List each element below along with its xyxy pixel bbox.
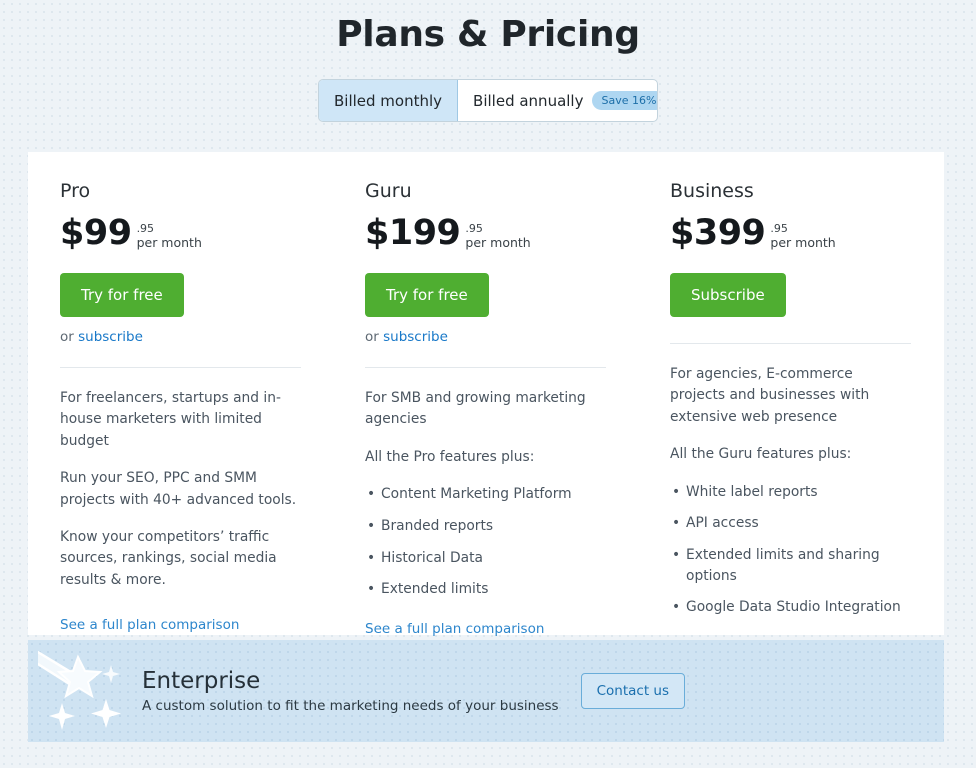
enterprise-subtitle: A custom solution to fit the marketing n… xyxy=(142,698,559,714)
magic-wand-icon xyxy=(38,650,121,730)
subscribe-line-pro: or subscribe xyxy=(60,329,301,345)
compare-link-pro[interactable]: See a full plan comparison xyxy=(60,617,239,633)
price-guru: $199 .95 per month xyxy=(365,216,606,251)
subscribe-link-guru[interactable]: subscribe xyxy=(383,329,448,345)
plans-card: Pro $99 .95 per month Try for free or su… xyxy=(28,152,944,655)
plan-description3-pro: Know your competitors’ traffic sources, … xyxy=(60,528,277,588)
price-period-business: per month xyxy=(770,234,836,250)
list-item: Extended limits xyxy=(365,579,606,600)
subscribe-link-pro[interactable]: subscribe xyxy=(78,329,143,345)
price-amount-business: $399 xyxy=(670,213,766,253)
subscribe-button-business[interactable]: Subscribe xyxy=(670,273,786,317)
divider-business xyxy=(670,343,911,344)
toggle-option-annually[interactable]: Billed annually Save 16% xyxy=(458,80,657,121)
feature-list-business: White label reports API access Extended … xyxy=(670,482,911,618)
try-for-free-button-guru[interactable]: Try for free xyxy=(365,273,489,317)
list-item: API access xyxy=(670,513,911,534)
toggle-monthly-label: Billed monthly xyxy=(334,91,443,110)
list-item: Content Marketing Platform xyxy=(365,484,606,505)
plan-name-business: Business xyxy=(670,180,754,202)
plan-description-guru: For SMB and growing marketing agencies xyxy=(365,390,586,428)
plan-name-pro: Pro xyxy=(60,180,91,202)
try-for-free-button-pro[interactable]: Try for free xyxy=(60,273,184,317)
feature-list-guru: Content Marketing Platform Branded repor… xyxy=(365,484,606,600)
billing-toggle[interactable]: Billed monthly Billed annually Save 16% xyxy=(318,79,658,122)
plan-column-pro: Pro $99 .95 per month Try for free or su… xyxy=(28,152,333,635)
divider-pro xyxy=(60,367,301,368)
divider-guru xyxy=(365,367,606,368)
plan-column-guru: Guru $199 .95 per month Try for free or … xyxy=(333,152,638,637)
list-item: Branded reports xyxy=(365,516,606,537)
price-amount-guru: $199 xyxy=(365,213,461,253)
plan-description-pro: For freelancers, startups and in-house m… xyxy=(60,390,281,449)
features-intro-guru: All the Pro features plus: xyxy=(365,448,535,465)
list-item: Google Data Studio Integration xyxy=(670,597,911,618)
subscribe-line-guru: or subscribe xyxy=(365,329,606,345)
plan-name-guru: Guru xyxy=(365,180,412,202)
features-intro-business: All the Guru features plus: xyxy=(670,446,852,463)
subscribe-prefix-pro: or xyxy=(60,329,79,345)
price-amount-pro: $99 xyxy=(60,213,132,253)
plan-description2-pro: Run your SEO, PPC and SMM projects with … xyxy=(60,470,297,508)
page-title: Plans & Pricing xyxy=(336,14,640,55)
price-cents-pro: .95 xyxy=(136,221,155,235)
subscribe-prefix-guru: or xyxy=(365,329,384,345)
list-item: Extended limits and sharing options xyxy=(670,545,911,586)
price-cents-guru: .95 xyxy=(465,221,483,235)
price-pro: $99 .95 per month xyxy=(60,216,301,251)
compare-link-guru[interactable]: See a full plan comparison xyxy=(365,621,544,637)
save-badge: Save 16% xyxy=(592,91,657,110)
price-period-pro: per month xyxy=(136,234,202,250)
list-item: White label reports xyxy=(670,482,911,503)
plan-description-business: For agencies, E-commerce projects and bu… xyxy=(670,366,870,425)
price-period-guru: per month xyxy=(465,234,531,250)
plan-column-business: Business $399 .95 per month Subscribe Fo… xyxy=(638,152,943,655)
price-business: $399 .95 per month xyxy=(670,216,911,251)
toggle-option-monthly[interactable]: Billed monthly xyxy=(319,80,459,121)
list-item: Historical Data xyxy=(365,548,606,569)
enterprise-title: Enterprise xyxy=(142,668,261,694)
enterprise-banner: Enterprise A custom solution to fit the … xyxy=(28,640,944,742)
enterprise-text: Enterprise A custom solution to fit the … xyxy=(142,668,559,714)
price-cents-business: .95 xyxy=(770,221,788,235)
contact-us-button[interactable]: Contact us xyxy=(580,673,685,709)
toggle-annual-label: Billed annually xyxy=(473,91,584,110)
